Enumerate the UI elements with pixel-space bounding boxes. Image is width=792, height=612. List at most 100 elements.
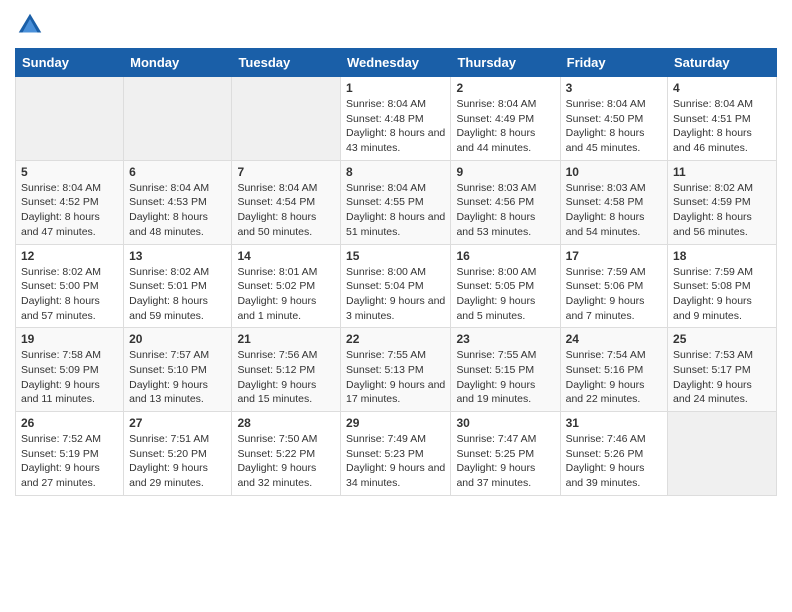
weekday-header-monday: Monday [124, 49, 232, 77]
day-number: 21 [237, 332, 335, 346]
calendar-cell: 23 Sunrise: 7:55 AM Sunset: 5:15 PM Dayli… [451, 328, 560, 412]
day-number: 8 [346, 165, 445, 179]
calendar-cell: 19 Sunrise: 7:58 AM Sunset: 5:09 PM Dayli… [16, 328, 124, 412]
day-info: Sunrise: 7:52 AM Sunset: 5:19 PM Dayligh… [21, 432, 118, 491]
day-info: Sunrise: 7:55 AM Sunset: 5:13 PM Dayligh… [346, 348, 445, 407]
calendar-cell: 16 Sunrise: 8:00 AM Sunset: 5:05 PM Dayli… [451, 244, 560, 328]
day-info: Sunrise: 8:01 AM Sunset: 5:02 PM Dayligh… [237, 265, 335, 324]
day-info: Sunrise: 7:46 AM Sunset: 5:26 PM Dayligh… [566, 432, 662, 491]
day-info: Sunrise: 8:04 AM Sunset: 4:53 PM Dayligh… [129, 181, 226, 240]
day-info: Sunrise: 8:03 AM Sunset: 4:58 PM Dayligh… [566, 181, 662, 240]
weekday-header-friday: Friday [560, 49, 667, 77]
day-info: Sunrise: 8:03 AM Sunset: 4:56 PM Dayligh… [456, 181, 554, 240]
logo [15, 10, 49, 40]
day-number: 3 [566, 81, 662, 95]
day-info: Sunrise: 7:47 AM Sunset: 5:25 PM Dayligh… [456, 432, 554, 491]
day-info: Sunrise: 7:59 AM Sunset: 5:08 PM Dayligh… [673, 265, 771, 324]
page-container: SundayMondayTuesdayWednesdayThursdayFrid… [0, 0, 792, 506]
calendar-cell: 25 Sunrise: 7:53 AM Sunset: 5:17 PM Dayli… [668, 328, 777, 412]
day-info: Sunrise: 8:04 AM Sunset: 4:51 PM Dayligh… [673, 97, 771, 156]
day-info: Sunrise: 8:02 AM Sunset: 5:00 PM Dayligh… [21, 265, 118, 324]
day-info: Sunrise: 8:04 AM Sunset: 4:50 PM Dayligh… [566, 97, 662, 156]
calendar-cell: 6 Sunrise: 8:04 AM Sunset: 4:53 PM Daylig… [124, 160, 232, 244]
calendar-cell: 10 Sunrise: 8:03 AM Sunset: 4:58 PM Dayli… [560, 160, 667, 244]
day-number: 25 [673, 332, 771, 346]
calendar-cell: 13 Sunrise: 8:02 AM Sunset: 5:01 PM Dayli… [124, 244, 232, 328]
calendar-cell [16, 77, 124, 161]
day-number: 16 [456, 249, 554, 263]
calendar-cell: 11Sunrise: 8:02 AM Sunset: 4:59 PM Dayli… [668, 160, 777, 244]
calendar-cell: 4 Sunrise: 8:04 AM Sunset: 4:51 PM Daylig… [668, 77, 777, 161]
calendar-cell: 21 Sunrise: 7:56 AM Sunset: 5:12 PM Dayli… [232, 328, 341, 412]
day-number: 14 [237, 249, 335, 263]
day-number: 1 [346, 81, 445, 95]
day-number: 4 [673, 81, 771, 95]
calendar-cell: 26Sunrise: 7:52 AM Sunset: 5:19 PM Dayli… [16, 412, 124, 496]
day-info: Sunrise: 8:04 AM Sunset: 4:55 PM Dayligh… [346, 181, 445, 240]
calendar-cell: 7Sunrise: 8:04 AM Sunset: 4:54 PM Daylig… [232, 160, 341, 244]
week-row-5: 26Sunrise: 7:52 AM Sunset: 5:19 PM Dayli… [16, 412, 777, 496]
day-number: 20 [129, 332, 226, 346]
calendar-cell [232, 77, 341, 161]
day-info: Sunrise: 8:02 AM Sunset: 5:01 PM Dayligh… [129, 265, 226, 324]
weekday-header-saturday: Saturday [668, 49, 777, 77]
day-number: 31 [566, 416, 662, 430]
day-info: Sunrise: 7:50 AM Sunset: 5:22 PM Dayligh… [237, 432, 335, 491]
weekday-header-sunday: Sunday [16, 49, 124, 77]
calendar-cell: 20 Sunrise: 7:57 AM Sunset: 5:10 PM Dayli… [124, 328, 232, 412]
weekday-header-wednesday: Wednesday [341, 49, 451, 77]
day-number: 9 [456, 165, 554, 179]
calendar-table: SundayMondayTuesdayWednesdayThursdayFrid… [15, 48, 777, 496]
day-number: 30 [456, 416, 554, 430]
day-number: 11 [673, 165, 771, 179]
calendar-cell: 3 Sunrise: 8:04 AM Sunset: 4:50 PM Daylig… [560, 77, 667, 161]
calendar-cell: 30 Sunrise: 7:47 AM Sunset: 5:25 PM Dayli… [451, 412, 560, 496]
day-number: 24 [566, 332, 662, 346]
week-row-3: 12 Sunrise: 8:02 AM Sunset: 5:00 PM Dayli… [16, 244, 777, 328]
day-info: Sunrise: 7:53 AM Sunset: 5:17 PM Dayligh… [673, 348, 771, 407]
calendar-cell [124, 77, 232, 161]
calendar-cell: 8 Sunrise: 8:04 AM Sunset: 4:55 PM Daylig… [341, 160, 451, 244]
logo-icon [15, 10, 45, 40]
calendar-cell: 17Sunrise: 7:59 AM Sunset: 5:06 PM Dayli… [560, 244, 667, 328]
calendar-cell: 5Sunrise: 8:04 AM Sunset: 4:52 PM Daylig… [16, 160, 124, 244]
day-info: Sunrise: 7:57 AM Sunset: 5:10 PM Dayligh… [129, 348, 226, 407]
day-number: 5 [21, 165, 118, 179]
day-number: 18 [673, 249, 771, 263]
calendar-cell: 27 Sunrise: 7:51 AM Sunset: 5:20 PM Dayli… [124, 412, 232, 496]
day-info: Sunrise: 7:54 AM Sunset: 5:16 PM Dayligh… [566, 348, 662, 407]
day-info: Sunrise: 7:49 AM Sunset: 5:23 PM Dayligh… [346, 432, 445, 491]
day-number: 19 [21, 332, 118, 346]
calendar-cell: 31 Sunrise: 7:46 AM Sunset: 5:26 PM Dayli… [560, 412, 667, 496]
calendar-cell: 12 Sunrise: 8:02 AM Sunset: 5:00 PM Dayli… [16, 244, 124, 328]
day-number: 27 [129, 416, 226, 430]
day-info: Sunrise: 8:00 AM Sunset: 5:05 PM Dayligh… [456, 265, 554, 324]
day-info: Sunrise: 7:58 AM Sunset: 5:09 PM Dayligh… [21, 348, 118, 407]
calendar-cell: 24 Sunrise: 7:54 AM Sunset: 5:16 PM Dayli… [560, 328, 667, 412]
day-info: Sunrise: 7:55 AM Sunset: 5:15 PM Dayligh… [456, 348, 554, 407]
day-info: Sunrise: 8:04 AM Sunset: 4:49 PM Dayligh… [456, 97, 554, 156]
calendar-cell: 29Sunrise: 7:49 AM Sunset: 5:23 PM Dayli… [341, 412, 451, 496]
day-number: 10 [566, 165, 662, 179]
day-number: 13 [129, 249, 226, 263]
week-row-1: 1 Sunrise: 8:04 AM Sunset: 4:48 PM Daylig… [16, 77, 777, 161]
day-info: Sunrise: 7:51 AM Sunset: 5:20 PM Dayligh… [129, 432, 226, 491]
day-info: Sunrise: 7:56 AM Sunset: 5:12 PM Dayligh… [237, 348, 335, 407]
day-number: 28 [237, 416, 335, 430]
day-info: Sunrise: 8:04 AM Sunset: 4:54 PM Dayligh… [237, 181, 335, 240]
weekday-header-row: SundayMondayTuesdayWednesdayThursdayFrid… [16, 49, 777, 77]
day-number: 23 [456, 332, 554, 346]
day-info: Sunrise: 8:04 AM Sunset: 4:48 PM Dayligh… [346, 97, 445, 156]
day-info: Sunrise: 8:00 AM Sunset: 5:04 PM Dayligh… [346, 265, 445, 324]
calendar-cell: 15Sunrise: 8:00 AM Sunset: 5:04 PM Dayli… [341, 244, 451, 328]
calendar-cell [668, 412, 777, 496]
calendar-cell: 18 Sunrise: 7:59 AM Sunset: 5:08 PM Dayli… [668, 244, 777, 328]
week-row-4: 19 Sunrise: 7:58 AM Sunset: 5:09 PM Dayli… [16, 328, 777, 412]
calendar-cell: 9 Sunrise: 8:03 AM Sunset: 4:56 PM Daylig… [451, 160, 560, 244]
day-number: 12 [21, 249, 118, 263]
calendar-cell: 22Sunrise: 7:55 AM Sunset: 5:13 PM Dayli… [341, 328, 451, 412]
weekday-header-tuesday: Tuesday [232, 49, 341, 77]
day-number: 6 [129, 165, 226, 179]
day-number: 17 [566, 249, 662, 263]
calendar-cell: 2Sunrise: 8:04 AM Sunset: 4:49 PM Daylig… [451, 77, 560, 161]
